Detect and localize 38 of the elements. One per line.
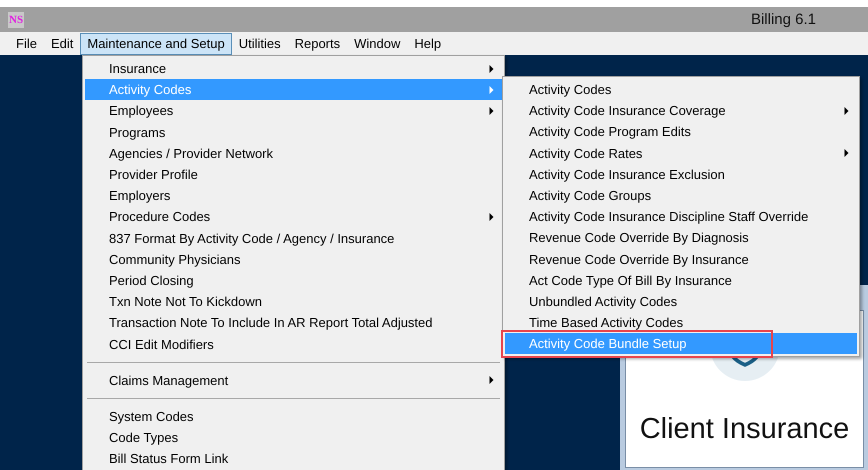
menu-bar-item[interactable]: Edit xyxy=(44,32,80,54)
menu-item[interactable]: Revenue Code Override By Insurance xyxy=(505,248,857,270)
menu-item[interactable]: Revenue Code Override By Diagnosis xyxy=(505,227,857,248)
menu-item[interactable]: Activity Code Insurance Coverage xyxy=(505,100,857,122)
menu-item[interactable]: Code Types xyxy=(85,427,502,448)
menu-item[interactable]: 837 Format By Activity Code / Agency / Insurance xyxy=(85,228,502,249)
menu-item[interactable]: Provider Profile xyxy=(85,164,502,186)
menu-item[interactable]: Act Code Type Of Bill By Insurance xyxy=(505,270,857,291)
menu-item[interactable]: Employees xyxy=(85,100,502,122)
menu-item[interactable]: Employers xyxy=(85,185,502,206)
menu-item[interactable]: Bill Status Form Link xyxy=(85,448,502,470)
menu-bar-item[interactable]: Help xyxy=(407,32,448,54)
menu-item[interactable]: Programs xyxy=(85,122,502,143)
menu-bar-item[interactable]: Reports xyxy=(288,32,348,54)
menu-bar-item[interactable]: Window xyxy=(347,32,408,54)
menu-bar-item[interactable]: File xyxy=(9,32,44,54)
menu-item[interactable]: Activity Codes xyxy=(505,79,857,100)
menu-item[interactable]: Unbundled Activity Codes xyxy=(505,290,857,312)
menu-item[interactable]: Procedure Codes xyxy=(85,206,502,228)
menu-item[interactable]: Activity Code Insurance Discipline Staff Override xyxy=(505,206,857,228)
window-title: Billing 6.1 xyxy=(750,11,816,28)
menu-item[interactable]: Activity Code Groups xyxy=(505,184,857,206)
menu-item[interactable]: Community Physicians xyxy=(85,248,502,270)
menu-item[interactable]: Agencies / Provider Network xyxy=(85,142,502,164)
card-title: Client Insurance xyxy=(640,413,850,446)
menu-item[interactable]: Claims Management xyxy=(85,370,502,391)
menu-item[interactable]: Insurance xyxy=(85,58,502,80)
menu-item[interactable]: CCI Edit Modifiers xyxy=(85,333,502,355)
menu-item[interactable]: Txn Note Not To Kickdown xyxy=(85,291,502,312)
menu-bar-item[interactable]: Utilities xyxy=(232,32,288,54)
menu-item[interactable]: System Codes xyxy=(85,406,502,427)
menu-item[interactable]: Transaction Note To Include In AR Report Total Adjusted xyxy=(85,312,502,334)
menu-item[interactable]: Activity Code Insurance Exclusion xyxy=(505,164,857,185)
menu-item[interactable]: Period Closing xyxy=(85,270,502,292)
menu-bar-item[interactable]: Maintenance and Setup xyxy=(80,32,232,54)
app-icon: NS xyxy=(8,12,24,28)
menu-item[interactable]: Activity Code Rates xyxy=(505,142,857,164)
menu-item[interactable]: Activity Code Program Edits xyxy=(505,121,857,143)
